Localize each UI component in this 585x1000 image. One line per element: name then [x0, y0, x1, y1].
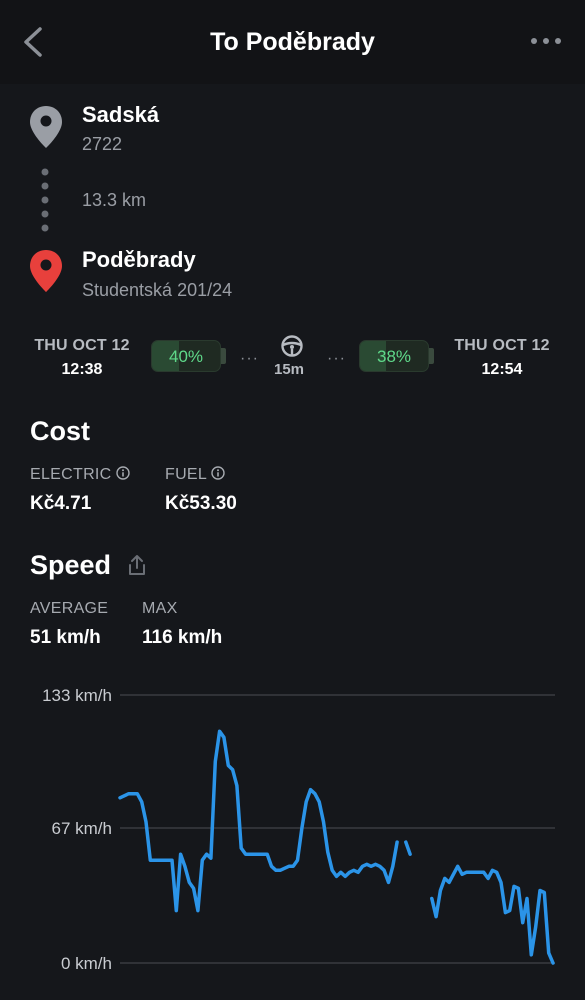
route-dots-icon	[41, 168, 49, 232]
more-options-icon[interactable]	[530, 36, 562, 46]
start-battery-label: 40%	[168, 347, 204, 366]
origin-address: 2722	[82, 134, 123, 154]
fuel-cost-value: Kč53.30	[165, 493, 237, 514]
y-tick-label: 133 km/h	[42, 686, 112, 705]
trip-duration: 15m	[274, 361, 305, 378]
speed-chart: 133 km/h 67 km/h 0 km/h	[42, 686, 555, 973]
steering-wheel-icon	[281, 335, 303, 357]
start-time: 12:38	[61, 361, 103, 378]
average-speed-value: 51 km/h	[30, 627, 101, 648]
max-speed-label: MAX	[142, 600, 178, 617]
electric-label: ELECTRIC	[30, 466, 112, 483]
max-speed-value: 116 km/h	[142, 627, 223, 648]
top-bar: To Poděbrady	[0, 0, 585, 84]
y-tick-label: 0 km/h	[61, 954, 112, 973]
destination-pin-icon	[30, 250, 62, 292]
trip-distance: 13.3 km	[82, 190, 147, 210]
speed-line-segment	[404, 840, 412, 856]
end-battery-tip	[429, 348, 434, 364]
average-speed-label: AVERAGE	[30, 600, 109, 617]
y-tick-label: 67 km/h	[52, 819, 112, 838]
fuel-label-row: FUEL	[165, 466, 225, 484]
end-time-block: THU OCT 12 12:54	[446, 337, 558, 379]
end-date: THU OCT 12	[454, 337, 550, 354]
origin-name: Sadská	[82, 102, 160, 127]
electric-cost-value: Kč4.71	[30, 493, 92, 514]
speed-line-segment	[430, 864, 555, 965]
speed-section-title: Speed	[30, 550, 112, 580]
timeline-dots-right: ···	[327, 350, 346, 367]
start-battery-tip	[221, 348, 226, 364]
start-time-block: THU OCT 12 12:38	[26, 337, 138, 379]
cost-section-title: Cost	[30, 416, 90, 446]
end-time: 12:54	[481, 361, 523, 378]
start-date: THU OCT 12	[34, 337, 130, 354]
speed-line-segment	[118, 729, 399, 913]
destination-name: Poděbrady	[82, 247, 196, 272]
timeline-dots-left: ···	[240, 350, 259, 367]
page-title: To Poděbrady	[210, 28, 375, 56]
share-icon[interactable]	[126, 553, 148, 577]
destination-address: Studentská 201/24	[82, 280, 233, 300]
electric-info-icon[interactable]	[115, 466, 130, 480]
origin-pin-icon	[30, 106, 62, 148]
electric-label-row: ELECTRIC	[30, 466, 130, 484]
end-battery-badge: 38%	[359, 340, 429, 372]
start-battery-badge: 40%	[151, 340, 221, 372]
fuel-info-icon[interactable]	[211, 466, 225, 480]
fuel-label: FUEL	[165, 466, 208, 483]
end-battery-label: 38%	[376, 347, 412, 366]
